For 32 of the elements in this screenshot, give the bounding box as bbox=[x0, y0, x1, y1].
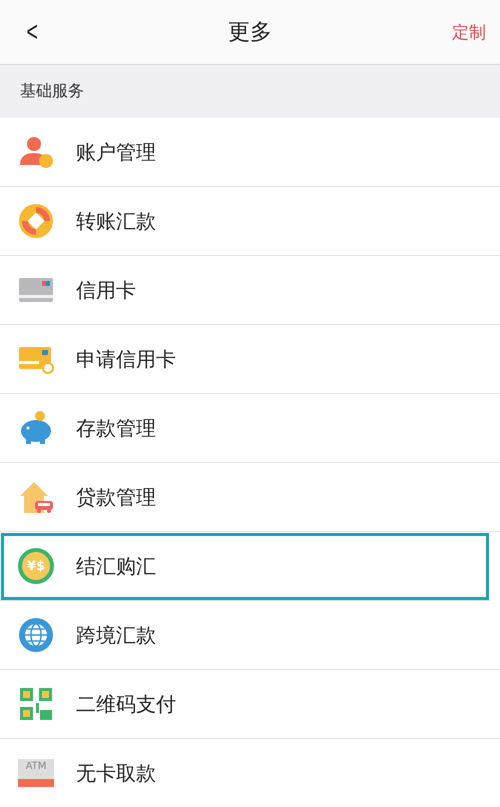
menu-item[interactable]: 存款管理 bbox=[0, 394, 500, 463]
customize-button[interactable]: 定制 bbox=[452, 20, 486, 44]
menu-item-label: 贷款管理 bbox=[76, 484, 156, 510]
currency-exchange-icon: ¥$ bbox=[18, 548, 54, 584]
menu-item[interactable]: 转账汇款 bbox=[0, 187, 500, 256]
page-title: 更多 bbox=[228, 19, 272, 47]
globe-icon bbox=[18, 617, 54, 653]
menu-item[interactable]: 贷款管理 bbox=[0, 463, 500, 532]
section-title: 基础服务 bbox=[20, 81, 84, 102]
menu-item[interactable]: 账户管理 bbox=[0, 118, 500, 187]
menu-item[interactable]: 申请信用卡 bbox=[0, 325, 500, 394]
menu-item[interactable]: 二维码支付 bbox=[0, 670, 500, 739]
menu-item-label: 申请信用卡 bbox=[76, 346, 176, 372]
atm-icon: ATM bbox=[18, 759, 54, 787]
menu-item-label: 存款管理 bbox=[76, 414, 156, 442]
menu-item[interactable]: ATM 无卡取款 bbox=[0, 739, 500, 807]
menu-item-label: 转账汇款 bbox=[76, 208, 156, 234]
qr-code-icon bbox=[18, 686, 54, 722]
menu-item-label: 结汇购汇 bbox=[76, 552, 156, 580]
person-icon bbox=[18, 134, 54, 170]
menu-item[interactable]: 信用卡 bbox=[0, 256, 500, 325]
menu-item-label: 二维码支付 bbox=[76, 690, 176, 718]
menu-item-label: 信用卡 bbox=[76, 276, 136, 304]
piggy-bank-icon bbox=[18, 410, 54, 446]
menu-item[interactable]: ¥$ 结汇购汇 bbox=[0, 532, 490, 601]
back-button[interactable]: < bbox=[20, 16, 44, 48]
menu-item[interactable]: 跨境汇款 bbox=[0, 601, 500, 670]
menu-item-label: 跨境汇款 bbox=[76, 622, 156, 648]
house-car-icon bbox=[18, 479, 54, 515]
menu-item-label: 无卡取款 bbox=[76, 760, 156, 786]
menu-item-label: 账户管理 bbox=[76, 138, 156, 166]
transfer-icon bbox=[18, 203, 54, 239]
